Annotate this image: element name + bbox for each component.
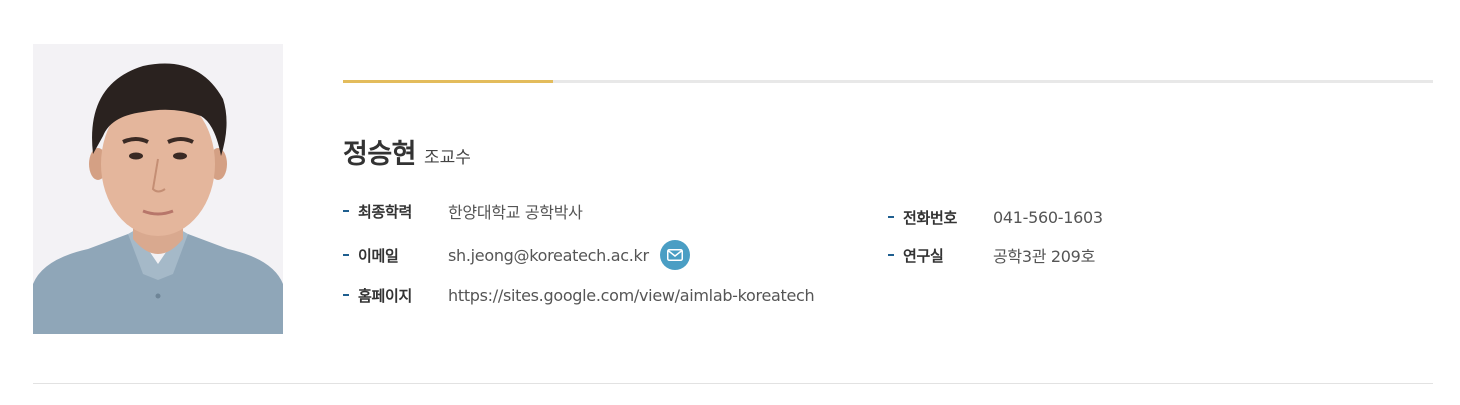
office-value: 공학3관 209호 [993, 247, 1095, 266]
bullet-dash [343, 254, 349, 256]
mail-icon [666, 249, 683, 261]
send-email-button[interactable] [659, 240, 690, 270]
homepage-label: 홈페이지 [358, 286, 413, 305]
header-divider [343, 80, 1433, 83]
email-value[interactable]: sh.jeong@koreatech.ac.kr [448, 246, 649, 265]
bullet-dash [343, 210, 349, 212]
office-label: 연구실 [903, 246, 944, 265]
name-heading: 정승현 조교수 [343, 132, 471, 170]
info-education: 최종학력 한양대학교 공학박사 [343, 199, 583, 223]
info-phone: 전화번호 041-560-1603 [888, 205, 1103, 229]
profile-photo [33, 44, 283, 334]
info-email: 이메일 sh.jeong@koreatech.ac.kr [343, 240, 690, 270]
professor-profile: 정승현 조교수 최종학력 한양대학교 공학박사 이메일 sh.jeong@kor… [0, 0, 1460, 405]
phone-value: 041-560-1603 [993, 207, 1103, 227]
education-label: 최종학력 [358, 202, 413, 221]
phone-label: 전화번호 [903, 208, 958, 227]
info-homepage: 홈페이지 https://sites.google.com/view/aimla… [343, 283, 815, 307]
professor-name: 정승현 [343, 139, 417, 170]
homepage-link[interactable]: https://sites.google.com/view/aimlab-kor… [448, 286, 815, 305]
header-accent-bar [343, 80, 553, 83]
info-office: 연구실 공학3관 209호 [888, 243, 1095, 267]
bullet-dash [888, 254, 894, 256]
email-label: 이메일 [358, 246, 399, 265]
professor-position: 조교수 [424, 148, 471, 168]
education-value: 한양대학교 공학박사 [448, 203, 583, 222]
section-divider [33, 383, 1433, 384]
bullet-dash [888, 216, 894, 218]
bullet-dash [343, 294, 349, 296]
